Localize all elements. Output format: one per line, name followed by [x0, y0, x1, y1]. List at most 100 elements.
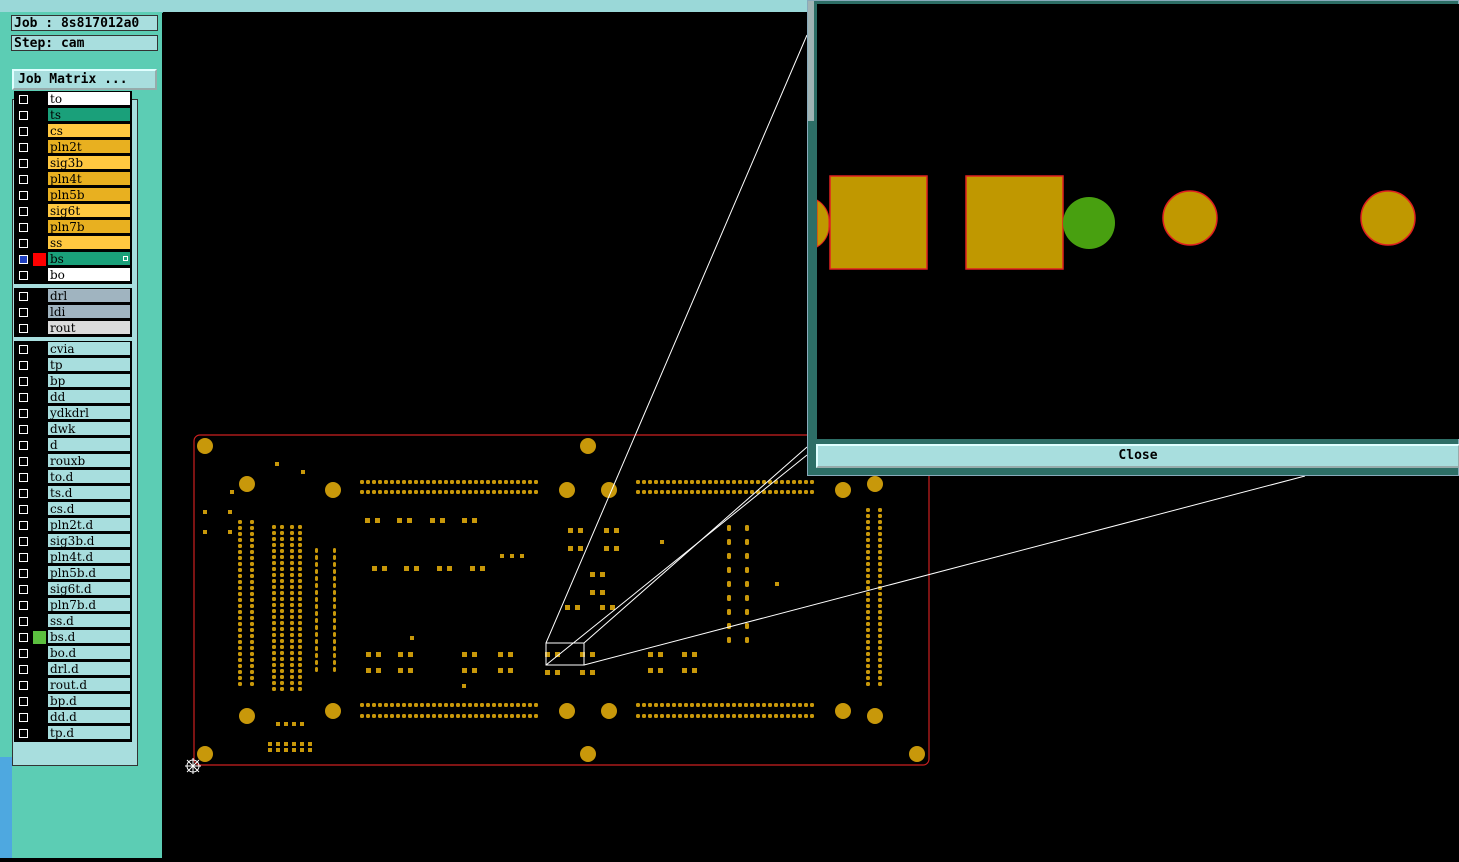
layer-row-to-d[interactable]: to.d — [14, 470, 132, 485]
layer-color-swatch[interactable] — [33, 423, 46, 436]
layer-row-drl-d[interactable]: drl.d — [14, 662, 132, 677]
layer-row-tp-d[interactable]: tp.d — [14, 726, 132, 741]
layer-row-ldi[interactable]: ldi — [14, 305, 132, 320]
layer-checkbox[interactable] — [19, 271, 28, 280]
layer-row-pln4t-d[interactable]: pln4t.d — [14, 550, 132, 565]
layer-name[interactable]: bs — [48, 252, 130, 266]
layer-checkbox[interactable] — [19, 324, 28, 333]
layer-color-swatch[interactable] — [33, 173, 46, 186]
layer-color-swatch[interactable] — [33, 237, 46, 250]
layer-checkbox[interactable] — [19, 393, 28, 402]
layer-checkbox[interactable] — [19, 697, 28, 706]
layer-row-pln7b[interactable]: pln7b — [14, 220, 132, 235]
layer-row-ts[interactable]: ts — [14, 108, 132, 123]
layer-checkbox[interactable] — [19, 617, 28, 626]
layer-name[interactable]: tp — [48, 358, 130, 372]
layer-row-pln4t[interactable]: pln4t — [14, 172, 132, 187]
layer-checkbox[interactable] — [19, 143, 28, 152]
layer-checkbox[interactable] — [19, 292, 28, 301]
layer-name[interactable]: pln4t.d — [48, 550, 130, 564]
layer-checkbox[interactable] — [19, 223, 28, 232]
layer-checkbox[interactable] — [19, 585, 28, 594]
layer-color-swatch[interactable] — [33, 375, 46, 388]
layer-color-swatch[interactable] — [33, 253, 46, 266]
layer-name[interactable]: pln2t.d — [48, 518, 130, 532]
layer-name[interactable]: ts.d — [48, 486, 130, 500]
layer-checkbox[interactable] — [19, 111, 28, 120]
layer-checkbox[interactable] — [19, 345, 28, 354]
layer-name[interactable]: ss — [48, 236, 130, 250]
layer-color-swatch[interactable] — [33, 471, 46, 484]
layer-checkbox[interactable] — [19, 191, 28, 200]
layer-checkbox[interactable] — [19, 127, 28, 136]
layer-name[interactable]: bo — [48, 268, 130, 282]
layer-color-swatch[interactable] — [33, 407, 46, 420]
layer-name[interactable]: cvia — [48, 342, 130, 356]
layer-color-swatch[interactable] — [33, 599, 46, 612]
layer-color-swatch[interactable] — [33, 391, 46, 404]
layer-checkbox[interactable] — [19, 505, 28, 514]
layer-color-swatch[interactable] — [33, 519, 46, 532]
layer-row-drl[interactable]: drl — [14, 289, 132, 304]
layer-name[interactable]: pln7b.d — [48, 598, 130, 612]
layer-name[interactable]: drl.d — [48, 662, 130, 676]
layer-checkbox[interactable] — [19, 239, 28, 248]
layer-row-pln5b[interactable]: pln5b — [14, 188, 132, 203]
layer-checkbox[interactable] — [19, 713, 28, 722]
job-matrix-button[interactable]: Job Matrix ... — [12, 69, 157, 90]
layer-name[interactable]: cs.d — [48, 502, 130, 516]
layer-row-pln2t-d[interactable]: pln2t.d — [14, 518, 132, 533]
layer-color-swatch[interactable] — [33, 711, 46, 724]
layer-row-rouxb[interactable]: rouxb — [14, 454, 132, 469]
layer-color-swatch[interactable] — [33, 221, 46, 234]
layer-row-bs-d[interactable]: bs.d — [14, 630, 132, 645]
layer-color-swatch[interactable] — [33, 647, 46, 660]
layer-color-swatch[interactable] — [33, 343, 46, 356]
layer-name[interactable]: cs — [48, 124, 130, 138]
layer-name[interactable]: rouxb — [48, 454, 130, 468]
layer-row-pln5b-d[interactable]: pln5b.d — [14, 566, 132, 581]
layer-name[interactable]: sig6t — [48, 204, 130, 218]
layer-checkbox[interactable] — [19, 159, 28, 168]
layer-row-cvia[interactable]: cvia — [14, 342, 132, 357]
layer-row-cs-d[interactable]: cs.d — [14, 502, 132, 517]
layer-color-swatch[interactable] — [33, 695, 46, 708]
layer-name[interactable]: pln7b — [48, 220, 130, 234]
layer-color-swatch[interactable] — [33, 290, 46, 303]
layer-name[interactable]: pln4t — [48, 172, 130, 186]
layer-color-swatch[interactable] — [33, 551, 46, 564]
layer-row-ts-d[interactable]: ts.d — [14, 486, 132, 501]
layer-color-swatch[interactable] — [33, 109, 46, 122]
layer-color-swatch[interactable] — [33, 157, 46, 170]
layer-color-swatch[interactable] — [33, 269, 46, 282]
layer-color-swatch[interactable] — [33, 487, 46, 500]
layer-row-dd-d[interactable]: dd.d — [14, 710, 132, 725]
layer-row-ydkdrl[interactable]: ydkdrl — [14, 406, 132, 421]
layer-checkbox[interactable] — [19, 569, 28, 578]
layer-row-rout[interactable]: rout — [14, 321, 132, 336]
layer-checkbox[interactable] — [19, 441, 28, 450]
layer-name[interactable]: bp — [48, 374, 130, 388]
layer-name[interactable]: pln5b.d — [48, 566, 130, 580]
layer-checkbox[interactable] — [19, 681, 28, 690]
layer-checkbox[interactable] — [19, 649, 28, 658]
layer-color-swatch[interactable] — [33, 503, 46, 516]
layer-color-swatch[interactable] — [33, 205, 46, 218]
layer-checkbox[interactable] — [19, 409, 28, 418]
layer-row-bo[interactable]: bo — [14, 268, 132, 283]
layer-color-swatch[interactable] — [33, 189, 46, 202]
layer-name[interactable]: pln5b — [48, 188, 130, 202]
layer-checkbox[interactable] — [19, 175, 28, 184]
layer-checkbox[interactable] — [19, 521, 28, 530]
layer-row-ss-d[interactable]: ss.d — [14, 614, 132, 629]
layer-name[interactable]: d — [48, 438, 130, 452]
layer-row-pln7b-d[interactable]: pln7b.d — [14, 598, 132, 613]
layer-row-to[interactable]: to — [14, 92, 132, 107]
layer-checkbox[interactable] — [19, 361, 28, 370]
layer-checkbox[interactable] — [19, 553, 28, 562]
layer-row-bp-d[interactable]: bp.d — [14, 694, 132, 709]
layer-row-pln2t[interactable]: pln2t — [14, 140, 132, 155]
layer-name[interactable]: to.d — [48, 470, 130, 484]
layer-color-swatch[interactable] — [33, 93, 46, 106]
layer-row-sig3b[interactable]: sig3b — [14, 156, 132, 171]
